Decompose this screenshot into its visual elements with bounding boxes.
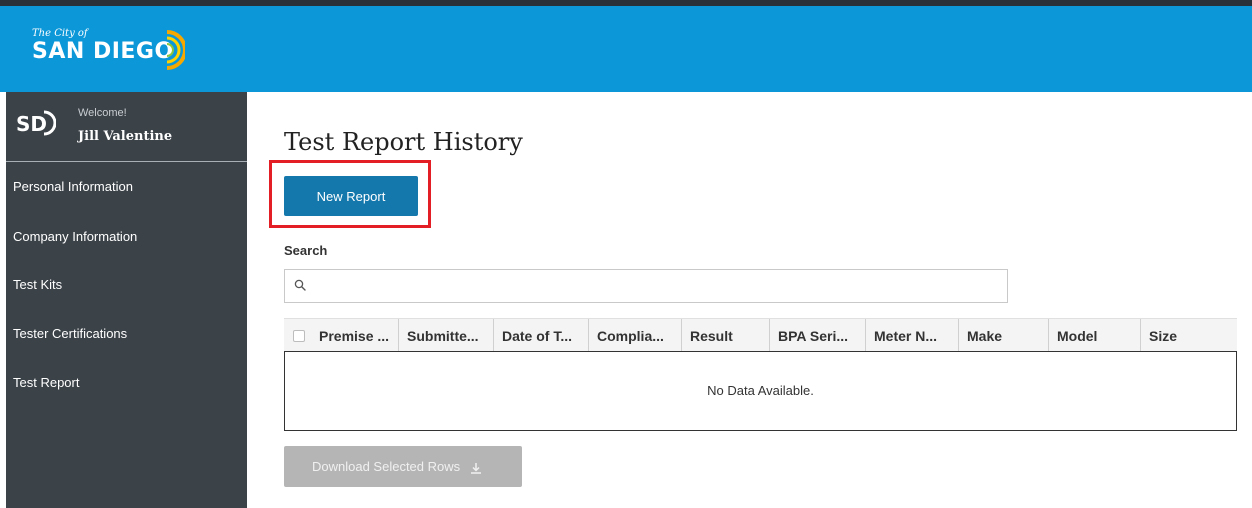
column-header-result[interactable]: Result: [682, 319, 770, 353]
download-icon: [470, 462, 481, 474]
column-header-bpa-serial[interactable]: BPA Seri...: [770, 319, 866, 353]
sd-logo-arc-icon: [43, 110, 56, 136]
sidebar-item-label: Company Information: [13, 229, 138, 244]
select-all-checkbox[interactable]: [293, 330, 305, 342]
page-title: Test Report History: [284, 128, 523, 156]
sidebar-item-tester-certifications[interactable]: Tester Certifications: [6, 315, 247, 355]
sidebar: SD Welcome! Jill Valentine Personal Info…: [6, 92, 247, 508]
user-name: Jill Valentine: [78, 129, 173, 144]
column-header-submitted[interactable]: Submitte...: [399, 319, 494, 353]
empty-message: No Data Available.: [707, 383, 814, 398]
sidebar-item-label: Test Kits: [13, 277, 63, 292]
sidebar-item-personal-information[interactable]: Personal Information: [6, 168, 247, 208]
logo-big-text: SAN DIEGO: [32, 39, 174, 64]
column-header-make[interactable]: Make: [959, 319, 1049, 353]
app-header: The City of SAN DIEGO: [0, 6, 1252, 92]
search-input[interactable]: [313, 276, 997, 298]
search-icon: [294, 279, 306, 291]
sidebar-item-label: Test Report: [13, 375, 80, 390]
logo-small-text: The City of: [32, 28, 88, 39]
sidebar-item-test-report[interactable]: Test Report: [6, 364, 247, 404]
search-box[interactable]: [284, 269, 1008, 303]
table-body: No Data Available.: [284, 351, 1237, 431]
search-label: Search: [284, 243, 328, 258]
column-header-compliance[interactable]: Complia...: [589, 319, 682, 353]
column-header-premise[interactable]: Premise ...: [311, 319, 399, 353]
column-header-date-of-test[interactable]: Date of T...: [494, 319, 589, 353]
city-logo[interactable]: The City of SAN DIEGO: [32, 28, 192, 78]
sidebar-item-label: Tester Certifications: [13, 326, 128, 341]
sidebar-item-label: Personal Information: [13, 179, 133, 194]
download-button-label: Download Selected Rows: [312, 459, 461, 474]
welcome-text: Welcome!: [78, 107, 127, 119]
new-report-button[interactable]: New Report: [284, 176, 418, 216]
table-header: Premise ... Submitte... Date of T... Com…: [284, 318, 1237, 353]
user-box: SD Welcome! Jill Valentine: [6, 92, 247, 162]
column-header-meter-number[interactable]: Meter N...: [866, 319, 959, 353]
download-selected-rows-button[interactable]: Download Selected Rows: [284, 446, 522, 487]
sidebar-item-company-information[interactable]: Company Information: [6, 218, 247, 258]
sidebar-item-test-kits[interactable]: Test Kits: [6, 266, 247, 306]
column-header-size[interactable]: Size: [1141, 319, 1237, 353]
column-header-model[interactable]: Model: [1049, 319, 1141, 353]
logo-sun-icon: [167, 30, 185, 70]
